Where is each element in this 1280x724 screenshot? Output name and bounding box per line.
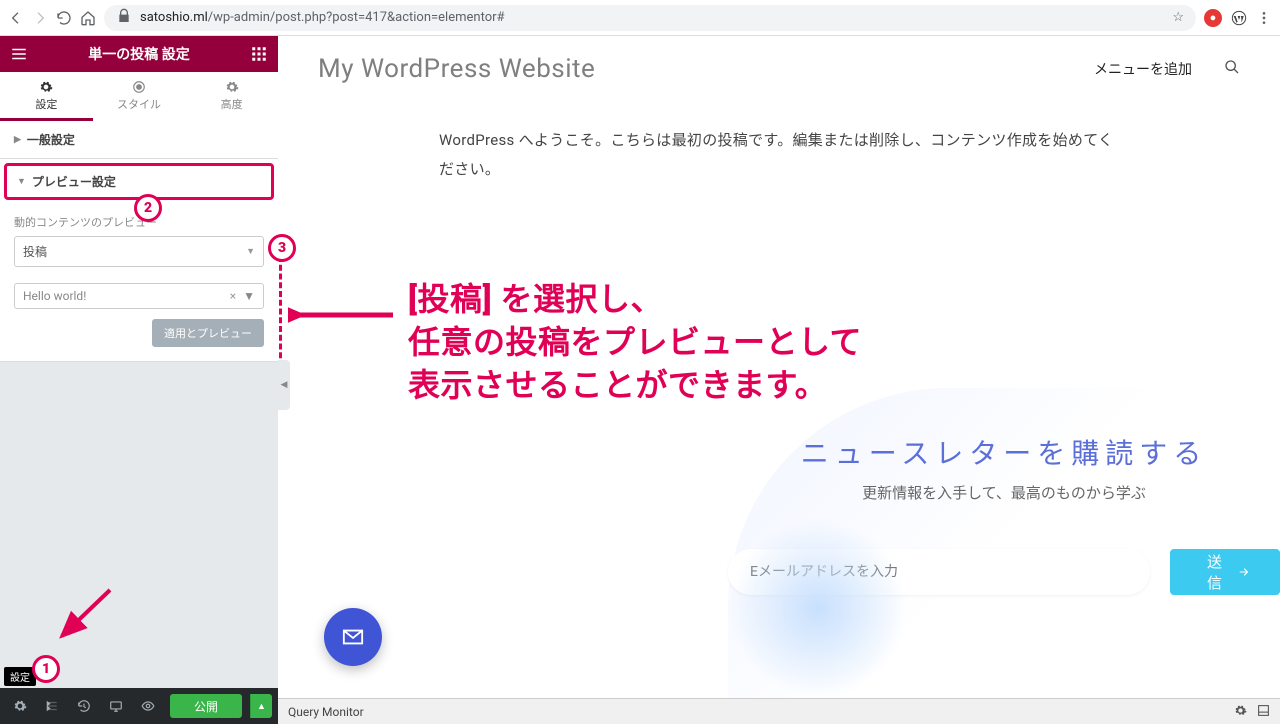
page-settings-icon[interactable] [6, 692, 34, 720]
settings-tooltip: 設定 [4, 667, 36, 686]
gear-icon [39, 80, 53, 94]
lock-icon [116, 8, 132, 28]
chevron-down-icon: ▼ [246, 246, 255, 257]
preview-label: 動的コンテンツのプレビュー [14, 214, 264, 230]
extension-icon[interactable]: ● [1204, 9, 1222, 27]
preview-settings-body: 動的コンテンツのプレビュー 投稿 ▼ Hello world! × ▼ 適用とプ… [0, 204, 278, 361]
publish-options-icon[interactable]: ▲ [250, 694, 272, 718]
home-icon[interactable] [80, 10, 96, 26]
sidebar-footer: 公開 ▲ [0, 688, 278, 724]
post-content: WordPress へようこそ。こちらは最初の投稿です。編集または削除し、コンテ… [419, 126, 1139, 183]
responsive-icon[interactable] [102, 692, 130, 720]
contact-fab[interactable] [324, 608, 382, 666]
navigator-icon[interactable] [38, 692, 66, 720]
nav-forward-icon[interactable] [32, 10, 48, 26]
chevron-down-icon: ▼ [17, 176, 26, 187]
reload-icon[interactable] [56, 10, 72, 26]
add-menu-link[interactable]: メニューを追加 [1094, 59, 1192, 79]
newsletter-subtext: 更新情報を入手して、最高のものから学ぶ [728, 482, 1280, 503]
widgets-grid-icon[interactable] [250, 45, 268, 63]
gear-icon [225, 80, 239, 94]
site-nav: メニューを追加 [1094, 59, 1240, 79]
preview-canvas: My WordPress Website メニューを追加 WordPress へ… [278, 36, 1280, 698]
newsletter-form: 送信 [728, 549, 1280, 595]
url-host: satoshio.ml [140, 10, 208, 25]
url-path: /wp-admin/post.php?post=417&action=eleme… [208, 10, 505, 25]
nav-back-icon[interactable] [8, 10, 24, 26]
tab-advanced[interactable]: 高度 [185, 72, 278, 121]
chevron-down-icon: ▼ [243, 289, 255, 303]
gear-icon[interactable] [1234, 704, 1247, 720]
post-type-dropdown[interactable]: 投稿 ▼ [14, 236, 264, 267]
history-icon[interactable] [70, 692, 98, 720]
expand-icon[interactable] [1257, 704, 1270, 720]
clear-icon[interactable]: × [230, 289, 236, 303]
site-header: My WordPress Website メニューを追加 [278, 36, 1280, 102]
elementor-sidebar: 単一の投稿 設定 設定 スタイル 高度 ▶ 一般設定 ▼ プレビュー設定 動的コ… [0, 36, 278, 724]
sidebar-tabs: 設定 スタイル 高度 [0, 72, 278, 121]
publish-button[interactable]: 公開 [170, 694, 242, 718]
newsletter-heading: ニュースレターを購読する [728, 432, 1280, 472]
site-title: My WordPress Website [318, 54, 595, 84]
search-icon[interactable] [1224, 59, 1240, 79]
hamburger-icon[interactable] [10, 45, 28, 63]
tab-settings[interactable]: 設定 [0, 72, 93, 121]
browser-menu-icon[interactable] [1256, 10, 1272, 26]
preview-eye-icon[interactable] [134, 692, 162, 720]
sidebar-header: 単一の投稿 設定 [0, 36, 278, 72]
newsletter-section: ニュースレターを購読する 更新情報を入手して、最高のものから学ぶ 送信 [728, 388, 1280, 698]
sidebar-title: 単一の投稿 設定 [28, 44, 250, 64]
query-monitor-label: Query Monitor [288, 705, 364, 719]
style-icon [132, 80, 146, 94]
section-general: ▶ 一般設定 [0, 121, 278, 159]
email-field[interactable] [728, 549, 1150, 595]
browser-toolbar: satoshio.ml/wp-admin/post.php?post=417&a… [0, 0, 1280, 36]
query-monitor-bar[interactable]: Query Monitor [278, 698, 1280, 724]
post-select-input[interactable]: Hello world! × ▼ [14, 283, 264, 309]
bookmark-star-icon[interactable]: ☆ [1172, 10, 1184, 25]
arrow-right-icon [1237, 565, 1250, 579]
apply-preview-button[interactable]: 適用とプレビュー [152, 319, 264, 347]
wordpress-icon[interactable] [1230, 9, 1248, 27]
section-general-header[interactable]: ▶ 一般設定 [0, 121, 278, 158]
chevron-right-icon: ▶ [14, 135, 21, 145]
tab-style[interactable]: スタイル [93, 72, 186, 121]
section-preview-header[interactable]: ▼ プレビュー設定 [4, 163, 274, 200]
address-bar[interactable]: satoshio.ml/wp-admin/post.php?post=417&a… [104, 5, 1196, 31]
envelope-icon [342, 626, 364, 648]
subscribe-button[interactable]: 送信 [1170, 549, 1280, 595]
section-preview: ▼ プレビュー設定 動的コンテンツのプレビュー 投稿 ▼ Hello world… [0, 159, 278, 362]
collapse-sidebar-icon[interactable]: ◀ [278, 360, 290, 410]
